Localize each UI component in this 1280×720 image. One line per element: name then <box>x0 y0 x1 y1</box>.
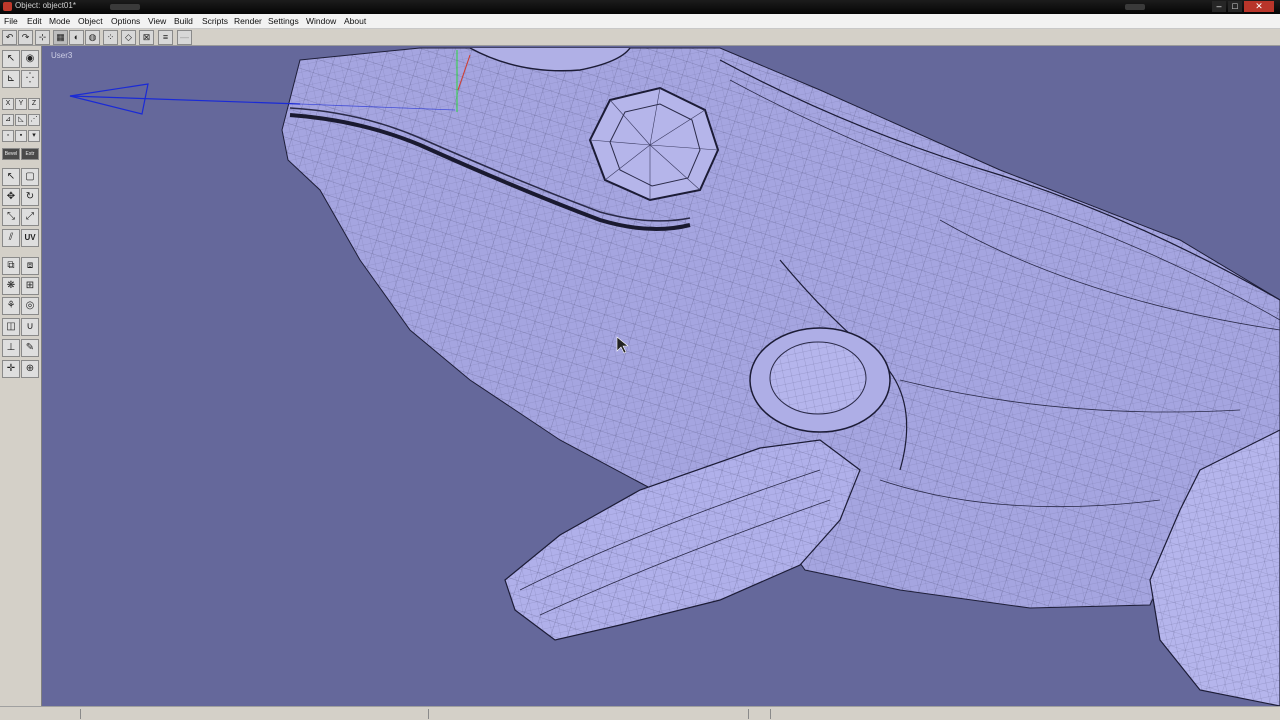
menu-mode[interactable]: Mode <box>49 16 70 26</box>
menu-window[interactable]: Window <box>306 16 336 26</box>
redo-icon[interactable]: ↷ <box>18 30 33 45</box>
lathe-icon[interactable]: ⚘ <box>2 297 20 315</box>
select-arrow-icon[interactable]: ↖ <box>2 50 20 68</box>
close-button[interactable]: ✕ <box>1244 1 1274 12</box>
bevel-button[interactable]: Bevel <box>2 148 20 160</box>
eye-icon[interactable]: ◉ <box>21 50 39 68</box>
tool-b-icon[interactable]: ◺ <box>15 114 27 126</box>
undo-icon[interactable]: ↶ <box>2 30 17 45</box>
tool-a-icon[interactable]: ⊿ <box>2 114 14 126</box>
axis-y-button[interactable]: Y <box>15 98 27 110</box>
grid-icon[interactable]: ≡ <box>158 30 173 45</box>
cube-icon[interactable]: ◫ <box>2 318 20 336</box>
tool-d-icon[interactable]: ▫ <box>2 130 14 142</box>
tool-e-icon[interactable]: ▪ <box>15 130 27 142</box>
menu-file[interactable]: File <box>4 16 18 26</box>
pen-icon[interactable]: ✎ <box>21 339 39 357</box>
axis-icon[interactable]: ⊾ <box>2 70 20 88</box>
maximize-button[interactable]: □ <box>1228 1 1242 12</box>
3d-viewport[interactable]: User3 <box>42 46 1280 706</box>
face-mode-icon[interactable]: ⊠ <box>139 30 154 45</box>
menu-build[interactable]: Build <box>174 16 193 26</box>
title-bar-tab <box>110 4 140 10</box>
wireframe-mesh <box>69 47 1280 706</box>
menu-bar: File Edit Mode Object Options View Build… <box>0 14 1280 29</box>
title-bar-tab <box>1125 4 1145 10</box>
move-icon[interactable]: ✥ <box>2 188 20 206</box>
translate-icon[interactable]: ✛ <box>2 360 20 378</box>
points-icon[interactable]: ⁛ <box>21 70 39 88</box>
sphere-shade-icon[interactable]: ◍ <box>85 30 100 45</box>
axis-z-button[interactable]: Z <box>28 98 40 110</box>
toolbar: ↶ ↷ ⊹ ▦ ◐ ◍ ⁘ ◇ ⊠ ≡ — <box>0 29 1280 46</box>
minimize-button[interactable]: – <box>1212 1 1226 12</box>
pointer-icon[interactable]: ↖ <box>2 168 20 186</box>
status-segment <box>428 709 748 719</box>
rotate-icon[interactable]: ↻ <box>21 188 39 206</box>
status-bar <box>0 706 1280 720</box>
status-segment <box>748 709 770 719</box>
window-title: Object: object01* <box>15 1 76 10</box>
edge-mode-icon[interactable]: ◇ <box>121 30 136 45</box>
scale-icon[interactable]: ⤡ <box>2 208 20 226</box>
pivot-icon[interactable]: ⊕ <box>21 360 39 378</box>
viewport-label: User3 <box>51 51 73 60</box>
menu-scripts[interactable]: Scripts <box>202 16 228 26</box>
extrude-button[interactable]: Extr <box>21 148 39 160</box>
menu-edit[interactable]: Edit <box>27 16 42 26</box>
menu-about[interactable]: About <box>344 16 366 26</box>
magnet-icon[interactable]: ∪ <box>21 318 39 336</box>
vertex-mode-icon[interactable]: ⁘ <box>103 30 118 45</box>
title-bar[interactable]: Object: object01* – □ ✕ <box>0 0 1280 14</box>
status-segment <box>770 709 1280 719</box>
menu-settings[interactable]: Settings <box>268 16 299 26</box>
tool-c-icon[interactable]: ⋰ <box>28 114 40 126</box>
box-select-icon[interactable]: ▢ <box>21 168 39 186</box>
menu-render[interactable]: Render <box>234 16 262 26</box>
blank-icon[interactable]: — <box>177 30 192 45</box>
snap-icon[interactable]: ⊹ <box>35 30 50 45</box>
app-logo-icon <box>3 2 12 11</box>
wireframe-icon[interactable]: ▦ <box>53 30 68 45</box>
knife-icon[interactable]: ⊥ <box>2 339 20 357</box>
menu-object[interactable]: Object <box>78 16 103 26</box>
shoulder-socket <box>749 327 891 433</box>
uv-button[interactable]: UV <box>21 229 39 247</box>
menu-view[interactable]: View <box>148 16 166 26</box>
skew-icon[interactable]: ⫽ <box>2 229 20 247</box>
status-segment <box>80 709 430 719</box>
axis-x-button[interactable]: X <box>2 98 14 110</box>
smooth-icon[interactable]: ❋ <box>2 277 20 295</box>
menu-options[interactable]: Options <box>111 16 140 26</box>
tool-panel: ↖ ◉ ⊾ ⁛ X Y Z ⊿ ◺ ⋰ ▫ ▪ ▾ Bevel Extr ↖ ▢… <box>0 46 42 706</box>
sphere-icon[interactable]: ◎ <box>21 297 39 315</box>
extrude-icon[interactable]: ⧉ <box>2 257 20 275</box>
subdivide-icon[interactable]: ⊞ <box>21 277 39 295</box>
tool-f-icon[interactable]: ▾ <box>28 130 40 142</box>
app-window: Object: object01* – □ ✕ File Edit Mode O… <box>0 0 1280 720</box>
scale-axis-icon[interactable]: ⤢ <box>21 208 39 226</box>
inset-icon[interactable]: ⧈ <box>21 257 39 275</box>
smooth-shade-icon[interactable]: ◐ <box>69 30 84 45</box>
